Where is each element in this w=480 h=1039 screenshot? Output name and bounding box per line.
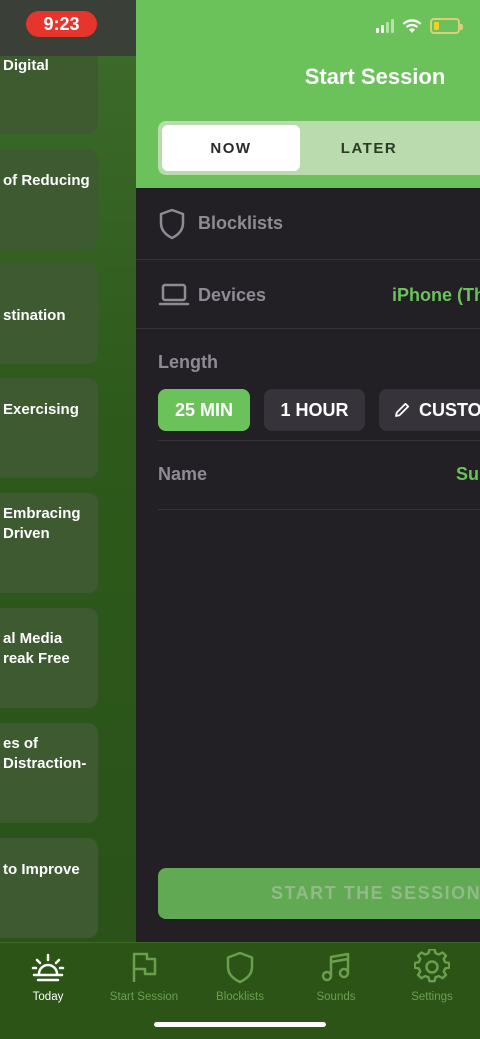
tab-today-label: Today: [32, 991, 64, 1003]
feed-card[interactable]: stination: [0, 264, 98, 364]
feed-card[interactable]: to Improve: [0, 838, 98, 938]
feed-card-title: of Reducing: [3, 172, 90, 189]
sunrise-icon: [31, 953, 65, 982]
feed-card[interactable]: of Reducing: [0, 149, 98, 249]
length-custom-label: CUSTO: [419, 399, 480, 420]
music-note-icon: [321, 952, 350, 982]
wifi-icon: [402, 18, 422, 33]
sheet-header: Start Session NOW LATER R: [136, 0, 480, 188]
tab-settings-label: Settings: [411, 991, 453, 1003]
feed-card[interactable]: Embracing Driven: [0, 493, 98, 593]
segment-later[interactable]: LATER: [300, 125, 438, 171]
feed-card-title: stination: [3, 307, 66, 324]
feed-card-title: Embracing Driven: [3, 505, 81, 542]
length-1-hour-label: 1 HOUR: [280, 399, 349, 420]
laptop-icon: [158, 283, 190, 306]
name-label: Name: [158, 464, 208, 484]
flag-icon: [132, 952, 157, 982]
feed-card-title: es of Distraction-: [3, 735, 87, 772]
shield-icon: [159, 208, 185, 240]
divider: [158, 509, 480, 510]
feed-card-title: Exercising: [3, 401, 79, 418]
feed-card-title: to Improve: [3, 861, 80, 878]
length-25-min-label: 25 MIN: [174, 399, 234, 420]
gear-icon: [414, 949, 450, 983]
start-session-button[interactable]: START THE SESSION: [158, 868, 480, 919]
blocklists-label: Blocklists: [198, 213, 284, 233]
tab-start-session-label: Start Session: [109, 991, 179, 1003]
home-indicator: [154, 1022, 326, 1027]
battery-icon: [430, 18, 463, 34]
page-title: Start Session: [304, 64, 446, 89]
feed-card-title: Digital: [3, 57, 49, 74]
tab-start-session[interactable]: Start Session: [96, 949, 192, 1003]
pencil-icon: [395, 402, 410, 417]
length-1-hour-button[interactable]: 1 HOUR: [264, 389, 365, 431]
status-icons: [376, 18, 463, 34]
tab-sounds-label: Sounds: [316, 991, 356, 1003]
tab-sounds[interactable]: Sounds: [288, 949, 384, 1003]
tab-blocklists-label: Blocklists: [216, 991, 264, 1003]
feed-card[interactable]: es of Distraction-: [0, 723, 98, 823]
name-field[interactable]: Su: [456, 464, 479, 485]
start-session-sheet: Start Session NOW LATER R Blocklists Dev…: [136, 0, 480, 942]
shield-icon: [226, 951, 254, 984]
today-feed-background: Digital of Reducing stination Exercising…: [0, 0, 136, 942]
feed-card[interactable]: al Media reak Free: [0, 608, 98, 708]
tab-settings[interactable]: Settings: [384, 949, 480, 1003]
length-label: Length: [158, 352, 218, 372]
tab-blocklists[interactable]: Blocklists: [192, 949, 288, 1003]
feed-card[interactable]: Exercising: [0, 378, 98, 478]
length-25-min-button[interactable]: 25 MIN: [158, 389, 250, 431]
devices-row[interactable]: Devices iPhone (Th: [136, 260, 480, 329]
devices-label: Devices: [198, 285, 267, 305]
tab-today[interactable]: Today: [0, 949, 96, 1003]
divider: [158, 440, 480, 441]
status-time-pill: 9:23: [26, 11, 97, 37]
devices-value: iPhone (Th: [392, 285, 480, 305]
cellular-signal-icon: [376, 19, 394, 33]
start-session-label: START THE SESSION: [271, 883, 480, 903]
segment-now[interactable]: NOW: [162, 125, 300, 171]
schedule-segmented-control: NOW LATER R: [158, 121, 480, 175]
segment-recurring[interactable]: R: [438, 125, 480, 171]
blocklists-row[interactable]: Blocklists: [136, 188, 480, 260]
feed-card-title: al Media reak Free: [3, 630, 70, 667]
length-custom-button[interactable]: CUSTO: [379, 389, 480, 431]
